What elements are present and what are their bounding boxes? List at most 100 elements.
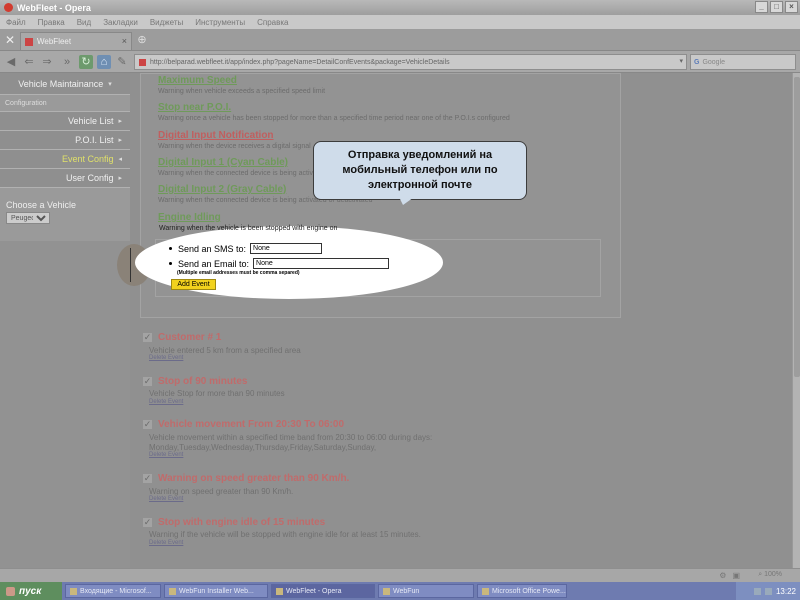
event-desc: Warning when the device receives a digit… [158,143,311,150]
sidebar-header-label: Vehicle Maintainance [18,78,104,89]
close-window-button[interactable]: × [785,1,798,13]
event-link-maximum-speed[interactable]: Maximum Speed [158,75,237,86]
window-title-bar: WebFleet - Opera _ □ × [0,0,800,15]
checkmark-icon[interactable]: ✓ [143,377,152,386]
callout-bubble: Отправка уведомлений на мобильный телефо… [313,141,527,200]
email-input[interactable]: None [253,258,390,269]
taskbar: пуск Входящие - Microsof... WebFun Insta… [0,582,800,600]
menu-bookmarks[interactable]: Закладки [103,18,138,27]
checkmark-icon[interactable]: ✓ [143,420,152,429]
opera-icon [276,587,283,595]
minimize-button[interactable]: _ [755,1,768,13]
taskbar-item[interactable]: Microsoft Office Powe... [477,584,567,598]
sidebar-section-label: Configuration [0,95,130,112]
configured-event-desc: Vehicle Stop for more than 90 minutes [149,389,285,398]
window-controls: _ □ × [755,1,798,13]
sidebar-empty-area [0,241,130,568]
menu-edit[interactable]: Правка [38,18,65,27]
delete-event-link[interactable]: Delete Event [149,540,183,546]
settings-icon[interactable]: ⚙ [719,571,726,580]
configured-event-days: Monday,Tuesday,Wednesday,Thursday,Friday… [149,443,377,452]
taskbar-item[interactable]: WebFun Installer Web... [164,584,268,598]
new-tab-icon[interactable]: ⊕ [136,34,148,46]
vertical-scrollbar[interactable] [792,73,800,568]
configured-event-desc: Vehicle movement within a specified time… [149,433,433,442]
forward-icon[interactable]: ⇒ [40,55,54,69]
configured-event-title: Stop of 90 minutes [158,376,248,387]
delete-event-link[interactable]: Delete Event [149,399,183,405]
email-row: Send an Email to: None [169,258,390,269]
taskbar-item-label: WebFun [393,587,420,595]
zoom-level[interactable]: ⌕ 100% [758,571,782,579]
clock[interactable]: 13:22 [776,587,796,596]
back-arrow-icon[interactable]: ⇐ [22,55,36,69]
sidebar-item-poi-list[interactable]: P.O.I. List ▸ [0,131,130,150]
fast-forward-icon[interactable]: » [60,55,74,69]
menu-help[interactable]: Справка [257,18,288,27]
event-link-engine-idling[interactable]: Engine Idling [158,212,221,223]
sms-input[interactable]: None [250,243,323,254]
maximize-button[interactable]: □ [770,1,783,13]
arrow-left-icon: ◂ [118,156,122,163]
tools-icon[interactable]: ✕ [2,32,18,48]
google-icon: G [694,58,700,66]
menu-file[interactable]: Файл [6,18,26,27]
event-link-digital-input-2[interactable]: Digital Input 2 (Gray Cable) [158,184,286,195]
reload-icon[interactable]: ↻ [79,55,93,69]
sidebar-item-label: Vehicle List [67,116,114,126]
powerpoint-icon [482,587,489,595]
tab-close-icon[interactable]: × [122,36,127,46]
checkmark-icon[interactable]: ✓ [143,333,152,342]
event-desc: Warning once a vehicle has been stopped … [158,115,510,122]
callout-tail [398,195,417,205]
start-button[interactable]: пуск [0,582,62,600]
choose-vehicle-label: Choose a Vehicle [6,200,77,210]
edit-icon[interactable]: ✎ [115,55,129,69]
view-icon[interactable]: ▣ [732,571,740,580]
url-dropdown-icon[interactable]: ▾ [679,57,683,65]
event-link-digital-input-1[interactable]: Digital Input 1 (Cyan Cable) [158,157,288,168]
vehicle-select[interactable]: Peugeot [6,212,50,224]
back-icon[interactable]: ◀ [4,55,18,69]
taskbar-item-label: Microsoft Office Powe... [492,587,566,595]
arrow-right-icon: ▸ [118,175,122,182]
event-link-digital-input-notification[interactable]: Digital Input Notification [158,130,274,141]
system-tray: 13:22 [736,582,800,600]
volume-icon[interactable] [764,587,772,595]
menu-tools[interactable]: Инструменты [195,18,245,27]
sidebar-header[interactable]: Vehicle Maintainance ▾ [0,73,130,95]
configured-event-title: Stop with engine idle of 15 minutes [158,517,326,528]
status-icons: ⚙ ▣ [719,571,740,580]
url-field[interactable]: http://belparad.webfleet.it/app/index.ph… [134,54,687,70]
tab-webfleet[interactable]: WebFleet × [20,32,132,50]
taskbar-item[interactable]: WebFleet - Opera [271,584,375,598]
delete-event-link[interactable]: Delete Event [149,496,183,502]
sms-row: Send an SMS to: None [169,243,323,254]
delete-event-link[interactable]: Delete Event [149,452,183,458]
home-icon[interactable]: ⌂ [97,55,111,69]
sidebar-item-label: User Config [65,173,114,183]
menu-view[interactable]: Вид [77,18,91,27]
menu-widgets[interactable]: Виджеты [150,18,183,27]
tab-title: WebFleet [37,37,72,46]
network-icon[interactable] [753,587,761,595]
event-link-stop-near-poi[interactable]: Stop near P.O.I. [158,102,231,113]
favicon-icon [139,58,146,66]
sidebar-item-vehicle-list[interactable]: Vehicle List ▸ [0,112,130,131]
taskbar-item-label: WebFun Installer Web... [179,587,254,595]
delete-event-link[interactable]: Delete Event [149,355,183,361]
taskbar-item[interactable]: Входящие - Microsof... [65,584,161,598]
start-label: пуск [19,585,42,597]
add-event-button[interactable]: Add Event [171,279,216,290]
engine-idling-desc: Warning when the vehicle is been stopped… [159,225,338,232]
search-field[interactable]: G Google [690,54,796,70]
arrow-right-icon: ▸ [118,137,122,144]
outlook-icon [70,587,77,595]
taskbar-item[interactable]: WebFun [378,584,474,598]
checkmark-icon[interactable]: ✓ [143,474,152,483]
scrollbar-thumb[interactable] [794,77,800,377]
configured-event-desc: Vehicle entered 5 km from a specified ar… [149,346,301,355]
sidebar-item-event-config[interactable]: Event Config ◂ [0,150,130,169]
checkmark-icon[interactable]: ✓ [143,518,152,527]
sidebar-item-user-config[interactable]: User Config ▸ [0,169,130,188]
